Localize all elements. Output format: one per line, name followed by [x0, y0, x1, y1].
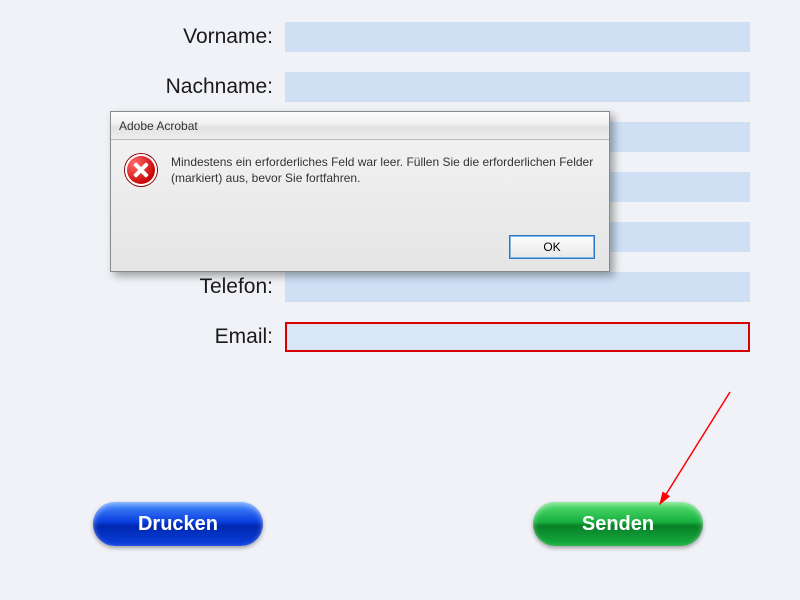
- ok-button[interactable]: OK: [509, 235, 595, 259]
- dialog-body: Mindestens ein erforderliches Feld war l…: [111, 140, 609, 186]
- print-button[interactable]: Drucken: [93, 502, 263, 546]
- error-icon: [125, 154, 157, 186]
- label-nachname: Nachname:: [60, 75, 285, 99]
- send-button[interactable]: Senden: [533, 502, 703, 546]
- error-dialog: Adobe Acrobat Mindestens ein erforderlic…: [110, 111, 610, 272]
- dialog-title: Adobe Acrobat: [111, 112, 609, 140]
- dialog-footer: OK: [509, 234, 595, 259]
- label-email: Email:: [60, 325, 285, 349]
- label-vorname: Vorname:: [60, 25, 285, 49]
- input-nachname[interactable]: [285, 72, 750, 102]
- dialog-message: Mindestens ein erforderliches Feld war l…: [171, 154, 595, 186]
- row-email: Email:: [60, 312, 750, 362]
- label-telefon: Telefon:: [60, 275, 285, 299]
- input-email[interactable]: [285, 322, 750, 352]
- row-vorname: Vorname:: [60, 12, 750, 62]
- input-vorname[interactable]: [285, 22, 750, 52]
- row-nachname: Nachname:: [60, 62, 750, 112]
- input-telefon[interactable]: [285, 272, 750, 302]
- button-bar: Drucken Senden: [0, 502, 800, 562]
